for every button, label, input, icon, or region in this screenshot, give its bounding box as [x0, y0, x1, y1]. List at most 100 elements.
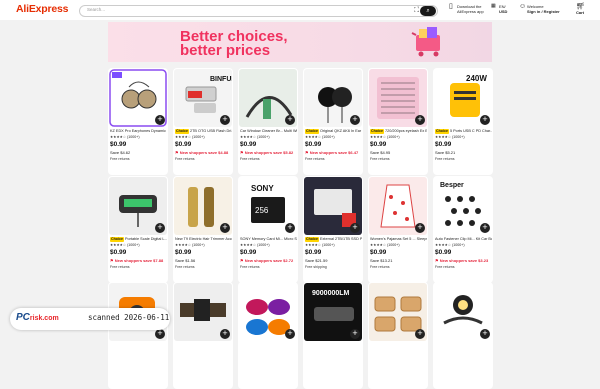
product-image[interactable]: 240W +	[434, 69, 492, 127]
product-image[interactable]: 9000000LM +	[304, 283, 362, 341]
product-card[interactable]: 240W + Choice5 Ports USB C PD Char... Fast…	[433, 68, 493, 175]
phone-icon: ▯	[449, 3, 453, 10]
product-card[interactable]: + Choice720/200pcs eyelash Ex Extension K…	[368, 68, 428, 175]
product-title[interactable]	[110, 343, 167, 348]
pcrisk-logo: PCrisk.com	[16, 312, 59, 323]
product-title[interactable]	[370, 343, 427, 348]
sign-in-link[interactable]: Sign in / Register	[527, 9, 560, 14]
add-to-cart-button[interactable]: +	[480, 223, 490, 233]
product-image[interactable]: BINFUL +	[174, 69, 232, 127]
product-rating: ★★★★☆ (1000+)	[370, 243, 400, 247]
svg-text:256: 256	[255, 206, 269, 215]
product-title[interactable]	[305, 343, 362, 348]
product-image[interactable]: +	[304, 177, 362, 235]
add-to-cart-button[interactable]: +	[155, 115, 165, 125]
product-card[interactable]: + ChoiceExternal 2TB/1TB SSD Portable Sol…	[303, 176, 363, 283]
search-input[interactable]: Search...	[87, 7, 105, 12]
choice-badge: Choice	[305, 129, 319, 134]
product-promo: Save $4.62	[110, 150, 131, 155]
account-menu[interactable]: ☺ Welcome Sign in / Register	[519, 3, 560, 14]
product-card[interactable]: + Women's Pajamas Set 5 ... Sleepwear 2 P…	[368, 176, 428, 283]
product-promo: ⚑ New shoppers save $6.47	[305, 150, 359, 155]
product-price: $0.99	[370, 141, 387, 148]
product-title[interactable]: New T9 Electric Hair Trimmer Accessories…	[175, 237, 232, 242]
product-card[interactable]: +	[368, 282, 428, 389]
product-image[interactable]: +	[369, 283, 427, 341]
product-card[interactable]: +	[433, 282, 493, 389]
product-card[interactable]: BINFUL + Choice2TB OTG USB Flash Dri... US…	[173, 68, 233, 175]
add-to-cart-button[interactable]: +	[350, 223, 360, 233]
plus-icon: +	[352, 114, 358, 124]
product-image[interactable]: +	[109, 177, 167, 235]
add-to-cart-button[interactable]: +	[220, 223, 230, 233]
product-title[interactable]: SONY Memory Card Mi... Micro SD Cards Hi…	[240, 237, 297, 242]
top-header: AliExpress Search... ⛶ ⌕ ▯ Download the …	[0, 0, 600, 20]
product-title[interactable]: Car Window Cleaner Br... Multi Windshiel…	[240, 129, 297, 134]
product-image[interactable]: +	[304, 69, 362, 127]
product-card[interactable]: 9000000LM +	[303, 282, 363, 389]
product-title[interactable]: Choice720/200pcs eyelash Ex Extension Ki…	[370, 129, 427, 134]
aliexpress-logo[interactable]: AliExpress	[16, 3, 68, 15]
product-price: $0.99	[370, 249, 387, 256]
image-search-icon[interactable]: ⛶	[414, 7, 419, 15]
product-card[interactable]: + KZ EDX Pro Earphones Dynamic In Ear Mon…	[108, 68, 168, 175]
product-card[interactable]: Besper + Auto Fastener Clip Mi... Kit Car …	[433, 176, 493, 283]
download-line2: AliExpress app	[457, 9, 484, 14]
product-card[interactable]: + New T9 Electric Hair Trimmer Accessorie…	[173, 176, 233, 283]
promo-banner[interactable]: Better choices, better prices	[108, 22, 492, 62]
product-image[interactable]: +	[239, 69, 297, 127]
cart-label: Cart	[576, 10, 585, 15]
add-to-cart-button[interactable]: +	[350, 115, 360, 125]
product-title[interactable]	[175, 343, 232, 348]
product-title[interactable]: Women's Pajamas Set 5 ... Sleepwear 2 PC…	[370, 237, 427, 242]
product-returns: Free returns	[370, 157, 390, 161]
product-title[interactable]	[240, 343, 297, 348]
product-title[interactable]: Auto Fastener Clip Mi... Kit Car Body Pu…	[435, 237, 492, 242]
search-button[interactable]: ⌕	[420, 6, 436, 16]
download-app-link[interactable]: ▯ Download the AliExpress app	[449, 3, 484, 14]
product-title[interactable]: ChoicePortable Scale Digital L... LCD Di…	[110, 237, 167, 242]
product-card[interactable]: + Car Window Cleaner Br... Multi Windshie…	[238, 68, 298, 175]
scan-stamp: scanned 2026-06-11	[88, 313, 170, 322]
product-card[interactable]: SONY 256 + SONY Memory Card Mi... Micro SD …	[238, 176, 298, 283]
product-title[interactable]	[435, 343, 492, 348]
product-image[interactable]: +	[369, 177, 427, 235]
product-title[interactable]: ChoiceOriginal QKZ AK6 In Ear Earphone 6…	[305, 129, 362, 134]
product-price: $0.99	[110, 249, 127, 256]
choice-badge: Choice	[435, 129, 449, 134]
product-image[interactable]: +	[434, 283, 492, 341]
product-image[interactable]: +	[369, 69, 427, 127]
product-image[interactable]: +	[109, 69, 167, 127]
product-card[interactable]: + ChoiceOriginal QKZ AK6 In Ear Earphone …	[303, 68, 363, 175]
product-card[interactable]: +	[108, 282, 168, 389]
product-card[interactable]: +	[238, 282, 298, 389]
product-image[interactable]: +	[239, 283, 297, 341]
product-title[interactable]: KZ EDX Pro Earphones Dynamic In Ear Moni…	[110, 129, 167, 134]
product-image[interactable]: Besper +	[434, 177, 492, 235]
product-promo: Save $4.95	[370, 150, 391, 155]
locale-selector[interactable]: ▦ EN/ USD	[491, 4, 507, 15]
plus-icon: +	[222, 328, 228, 338]
product-title[interactable]: Choice2TB OTG USB Flash Dri... USB 3.0 T…	[175, 129, 232, 134]
add-to-cart-button[interactable]: +	[155, 223, 165, 233]
product-returns: Free returns	[240, 157, 260, 161]
add-to-cart-button[interactable]: +	[415, 223, 425, 233]
add-to-cart-button[interactable]: +	[480, 115, 490, 125]
svg-text:240W: 240W	[466, 74, 487, 83]
add-to-cart-button[interactable]: +	[285, 115, 295, 125]
product-title[interactable]: ChoiceExternal 2TB/1TB SSD Portable Soli…	[305, 237, 362, 242]
product-title[interactable]: Choice5 Ports USB C PD Char... Fast Quic…	[435, 129, 492, 134]
product-card[interactable]: + ChoicePortable Scale Digital L... LCD D…	[108, 176, 168, 283]
plus-icon: +	[157, 222, 163, 232]
add-to-cart-button[interactable]: +	[220, 115, 230, 125]
product-image[interactable]: SONY 256 +	[239, 177, 297, 235]
add-to-cart-button[interactable]: +	[285, 223, 295, 233]
product-card[interactable]: +	[173, 282, 233, 389]
add-to-cart-button[interactable]: +	[415, 115, 425, 125]
search-bar[interactable]: Search... ⛶ ⌕	[79, 5, 438, 17]
product-promo: ⚑ New shoppers save $4.88	[175, 150, 229, 155]
product-rating: ★★★★☆ (1000+)	[305, 135, 335, 139]
product-image[interactable]: +	[174, 177, 232, 235]
product-image[interactable]: +	[174, 283, 232, 341]
product-rating: ★★★★☆ (1000+)	[110, 243, 140, 247]
